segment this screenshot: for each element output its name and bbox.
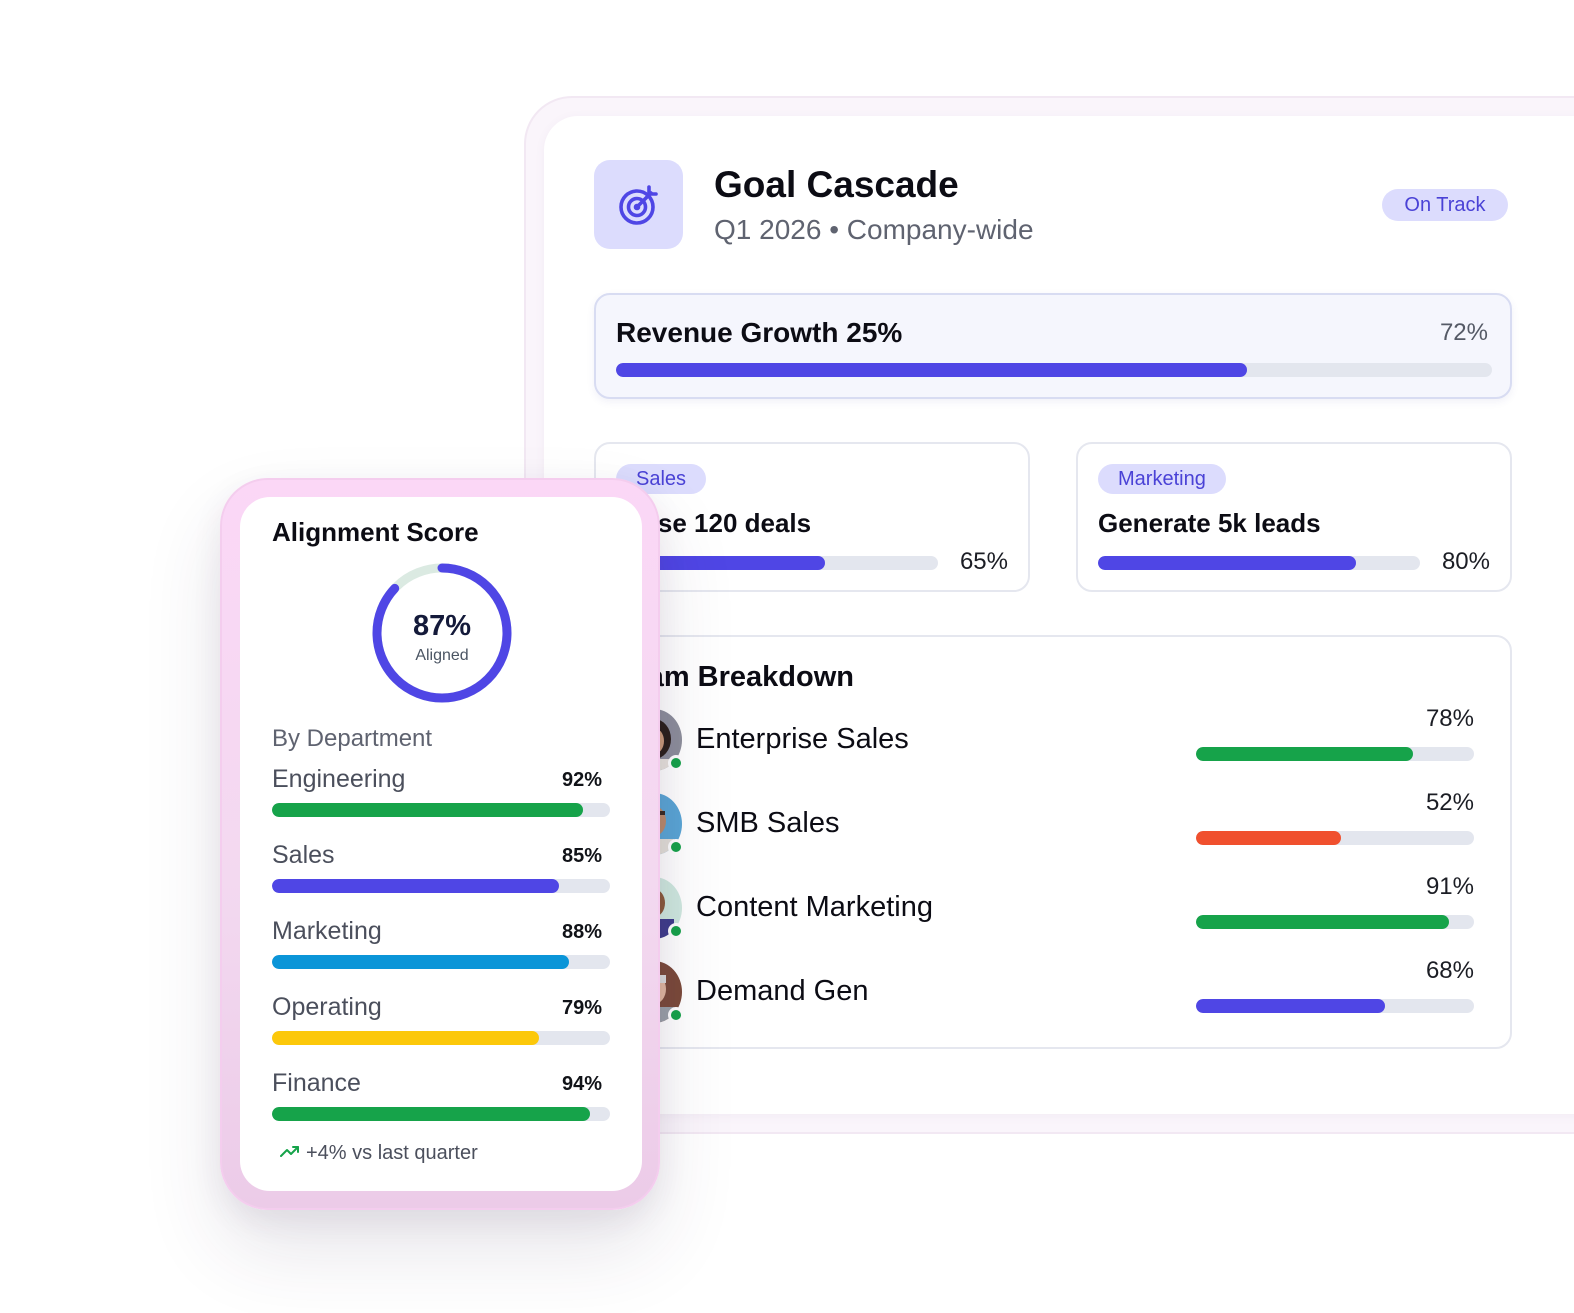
department-name: Sales xyxy=(272,841,335,869)
revenue-progress-bar xyxy=(616,363,1492,377)
department-progress-fill xyxy=(272,803,583,817)
marketing-goal-percent: 80% xyxy=(1441,548,1490,575)
alignment-score-card: Alignment Score 87% Aligned By Departmen… xyxy=(240,497,642,1191)
team-progress-fill xyxy=(1196,999,1386,1013)
team-breakdown-card: Team Breakdown Enterprise Sales 78% SMB … xyxy=(594,635,1512,1049)
revenue-goal-percent: 72% xyxy=(1439,319,1488,346)
trending-up-icon xyxy=(280,1142,300,1165)
revenue-goal-card[interactable]: Revenue Growth 25% 72% xyxy=(594,293,1512,399)
team-row-enterprise-sales[interactable]: Enterprise Sales 78% xyxy=(596,705,1510,777)
online-status-dot xyxy=(668,1007,684,1023)
page-title: Goal Cascade xyxy=(714,164,959,205)
marketing-goal-progress-fill xyxy=(1098,556,1356,570)
team-percent: 78% xyxy=(1425,705,1474,732)
marketing-goal-title: Generate 5k leads xyxy=(1098,508,1321,538)
sales-goal-progress-bar xyxy=(616,556,938,570)
marketing-goal-progress-bar xyxy=(1098,556,1420,570)
team-name: Enterprise Sales xyxy=(696,723,909,755)
department-name: Operating xyxy=(272,993,382,1021)
sales-goal-percent: 65% xyxy=(959,548,1008,575)
department-progress-bar xyxy=(272,1031,610,1045)
team-name: SMB Sales xyxy=(696,807,840,839)
department-name: Finance xyxy=(272,1069,361,1097)
team-name: Content Marketing xyxy=(696,891,933,923)
team-progress-fill xyxy=(1196,831,1341,845)
marketing-goal-card[interactable]: Marketing Generate 5k leads 80% xyxy=(1076,442,1512,592)
department-percent: 79% xyxy=(561,997,602,1019)
team-progress-fill xyxy=(1196,747,1413,761)
department-progress-fill xyxy=(272,955,570,969)
department-heading: By Department xyxy=(272,725,433,752)
department-percent: 88% xyxy=(561,921,602,943)
team-percent: 68% xyxy=(1425,957,1474,984)
team-progress-bar xyxy=(1196,747,1474,761)
department-row-engineering[interactable]: Engineering 92% xyxy=(240,765,642,829)
team-row-smb-sales[interactable]: SMB Sales 52% xyxy=(596,789,1510,861)
team-progress-bar xyxy=(1196,915,1474,929)
department-row-marketing[interactable]: Marketing 88% xyxy=(240,917,642,981)
online-status-dot xyxy=(668,755,684,771)
team-row-content-marketing[interactable]: Content Marketing 91% xyxy=(596,873,1510,945)
department-percent: 92% xyxy=(561,769,602,791)
alignment-score-value: 87% xyxy=(412,610,472,642)
team-progress-fill xyxy=(1196,915,1449,929)
department-name: Marketing xyxy=(272,917,382,945)
team-percent: 52% xyxy=(1425,789,1474,816)
department-row-operating[interactable]: Operating 79% xyxy=(240,993,642,1057)
alignment-score-label: Aligned xyxy=(415,647,469,664)
quarter-trend-text: +4% vs last quarter xyxy=(306,1142,478,1164)
department-progress-bar xyxy=(272,803,610,817)
department-name: Engineering xyxy=(272,765,406,793)
department-row-sales[interactable]: Sales 85% xyxy=(240,841,642,905)
team-name: Demand Gen xyxy=(696,975,869,1007)
department-progress-bar xyxy=(272,955,610,969)
alignment-score-title: Alignment Score xyxy=(272,517,479,547)
status-badge: On Track xyxy=(1382,189,1508,221)
online-status-dot xyxy=(668,923,684,939)
target-icon xyxy=(594,160,683,249)
department-percent: 85% xyxy=(561,845,602,867)
department-percent: 94% xyxy=(561,1073,602,1095)
team-progress-bar xyxy=(1196,999,1474,1013)
quarter-trend: +4% vs last quarter xyxy=(280,1142,478,1165)
page-subtitle: Q1 2026 • Company-wide xyxy=(714,214,1034,245)
goal-cascade-card: Goal Cascade Q1 2026 • Company-wide On T… xyxy=(544,116,1574,1114)
revenue-progress-fill xyxy=(616,363,1247,377)
online-status-dot xyxy=(668,839,684,855)
department-progress-fill xyxy=(272,879,560,893)
team-progress-bar xyxy=(1196,831,1474,845)
department-progress-bar xyxy=(272,879,610,893)
revenue-goal-title: Revenue Growth 25% xyxy=(616,317,903,348)
team-percent: 91% xyxy=(1425,873,1474,900)
department-progress-fill xyxy=(272,1107,590,1121)
department-progress-fill xyxy=(272,1031,540,1045)
team-row-demand-gen[interactable]: Demand Gen 68% xyxy=(596,957,1510,1029)
department-progress-bar xyxy=(272,1107,610,1121)
marketing-tag: Marketing xyxy=(1098,464,1226,494)
department-row-finance[interactable]: Finance 94% xyxy=(240,1069,642,1133)
